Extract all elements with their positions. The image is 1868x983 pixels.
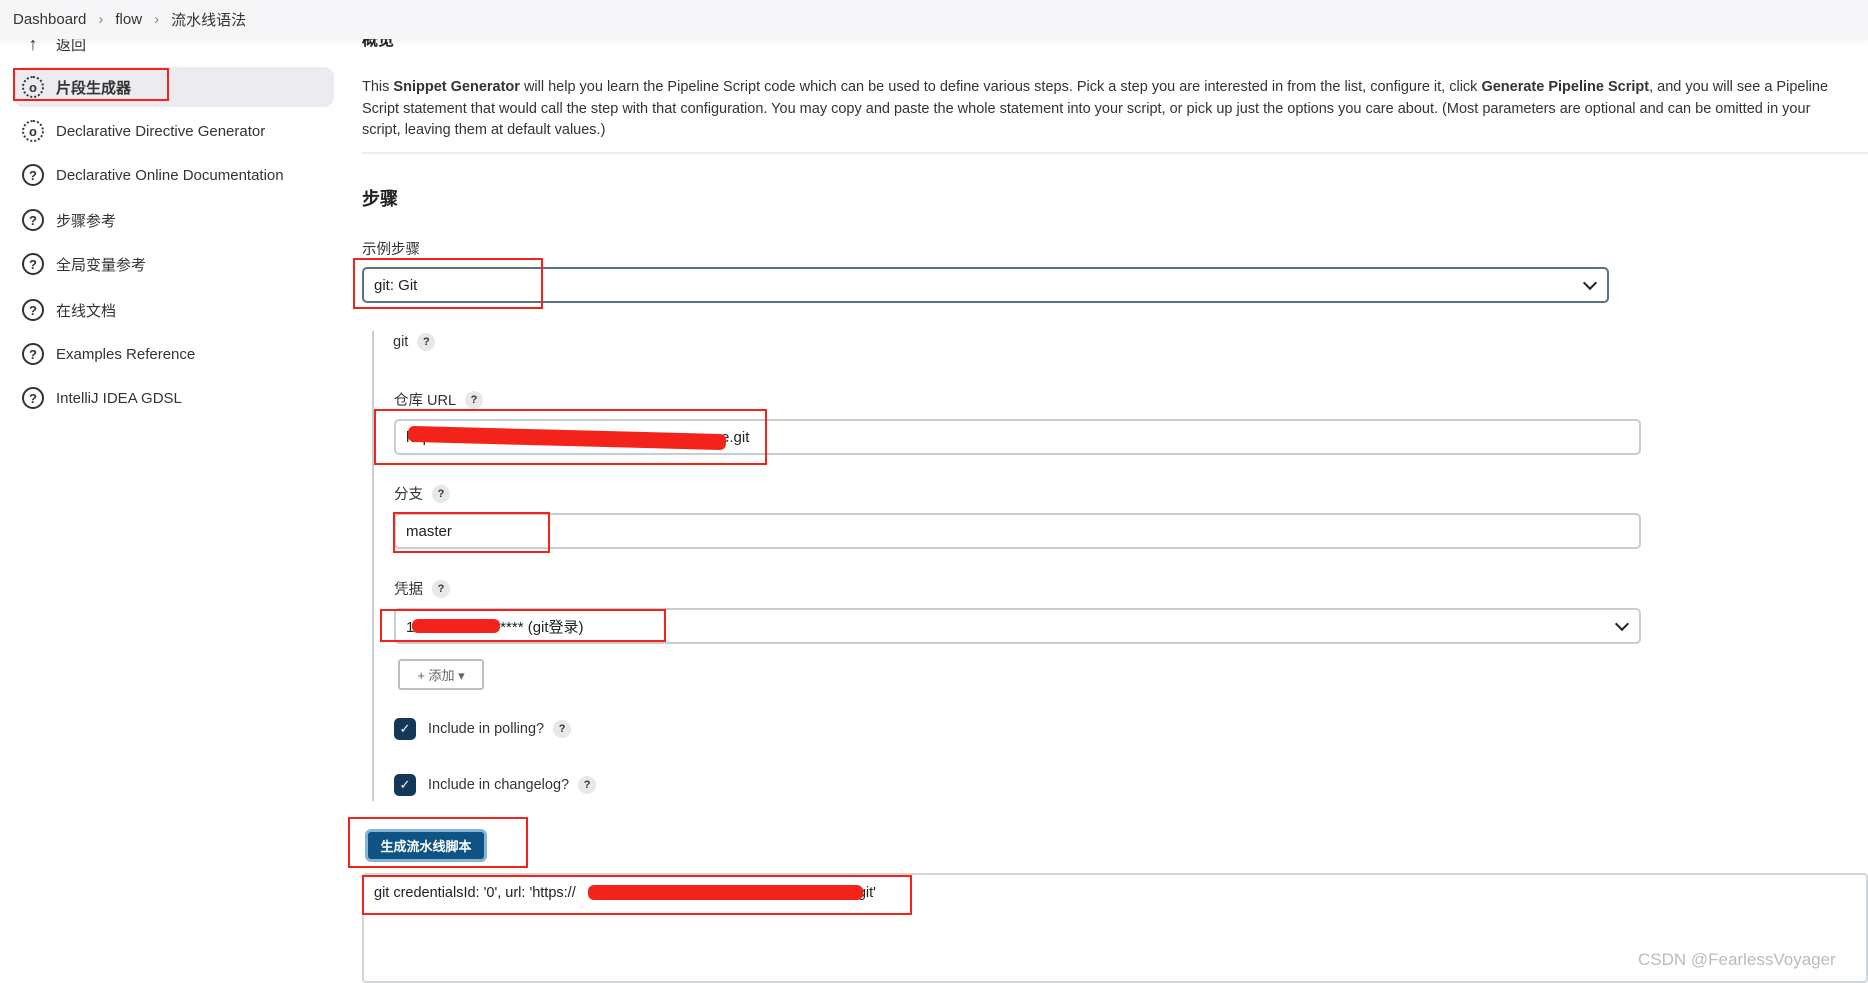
sidebar-item-online-docs[interactable]: ? 在线文档 [14, 290, 334, 330]
git-label: git? [393, 333, 436, 351]
help-icon: ? [22, 343, 44, 365]
credentials-label: 凭据? [394, 578, 450, 599]
help-icon[interactable]: ? [578, 776, 597, 794]
sidebar-item-examples-reference[interactable]: ? Examples Reference [14, 334, 334, 374]
sidebar-item-directive-generator[interactable]: o Declarative Directive Generator [14, 111, 334, 151]
watermark: CSDN @FearlessVoyager [1638, 950, 1836, 969]
add-credentials-button[interactable]: + 添加 ▾ [398, 659, 484, 690]
include-in-changelog[interactable]: ✓ Include in changelog?? [394, 774, 597, 796]
annotation-box [380, 609, 666, 642]
section-border [372, 331, 374, 801]
breadcrumb-flow[interactable]: flow [115, 11, 142, 28]
help-icon[interactable]: ? [465, 390, 484, 409]
sample-step-label: 示例步骤 [362, 242, 420, 258]
sidebar-item-online-documentation[interactable]: ? Declarative Online Documentation [14, 155, 334, 195]
help-icon[interactable]: ? [417, 333, 436, 351]
gear-icon: o [22, 120, 44, 142]
chevron-down-icon [1614, 616, 1630, 631]
checkbox-polling[interactable]: ✓ [394, 718, 416, 740]
breadcrumb-dashboard[interactable]: Dashboard [13, 11, 86, 28]
sample-step-select[interactable]: git: Git [362, 267, 1609, 303]
breadcrumb: Dashboard › flow › 流水线语法 [0, 0, 1868, 39]
help-icon: ? [22, 387, 44, 409]
include-in-polling[interactable]: ✓ Include in polling?? [394, 718, 572, 740]
sidebar-item-intellij-gdsl[interactable]: ? IntelliJ IDEA GDSL [14, 378, 334, 418]
annotation-box [353, 258, 543, 309]
help-icon[interactable]: ? [432, 579, 450, 598]
chevron-right-icon: › [154, 11, 160, 28]
help-icon: ? [22, 164, 44, 186]
help-icon[interactable]: ? [432, 484, 450, 503]
chevron-right-icon: › [98, 11, 104, 28]
divider [362, 152, 1868, 154]
help-icon: ? [22, 299, 44, 321]
branch-label: 分支? [394, 483, 450, 504]
repo-url-label: 仓库 URL? [394, 389, 484, 410]
sidebar-item-global-variables[interactable]: ? 全局变量参考 [14, 244, 334, 284]
steps-heading: 步骤 [362, 189, 398, 209]
sidebar-item-steps-reference[interactable]: ? 步骤参考 [14, 200, 334, 240]
breadcrumb-pipeline-syntax[interactable]: 流水线语法 [171, 9, 246, 30]
annotation-box [374, 409, 767, 465]
description: This Snippet Generator will help you lea… [362, 79, 1829, 138]
help-icon: ? [22, 209, 44, 231]
annotation-box [13, 68, 169, 101]
chevron-down-icon [1582, 275, 1598, 290]
annotation-box [348, 817, 528, 868]
help-icon[interactable]: ? [553, 720, 572, 738]
annotation-box [362, 875, 912, 915]
branch-input[interactable]: master [394, 513, 1641, 549]
annotation-box [393, 512, 550, 553]
help-icon: ? [22, 253, 44, 275]
checkbox-changelog[interactable]: ✓ [394, 774, 416, 796]
